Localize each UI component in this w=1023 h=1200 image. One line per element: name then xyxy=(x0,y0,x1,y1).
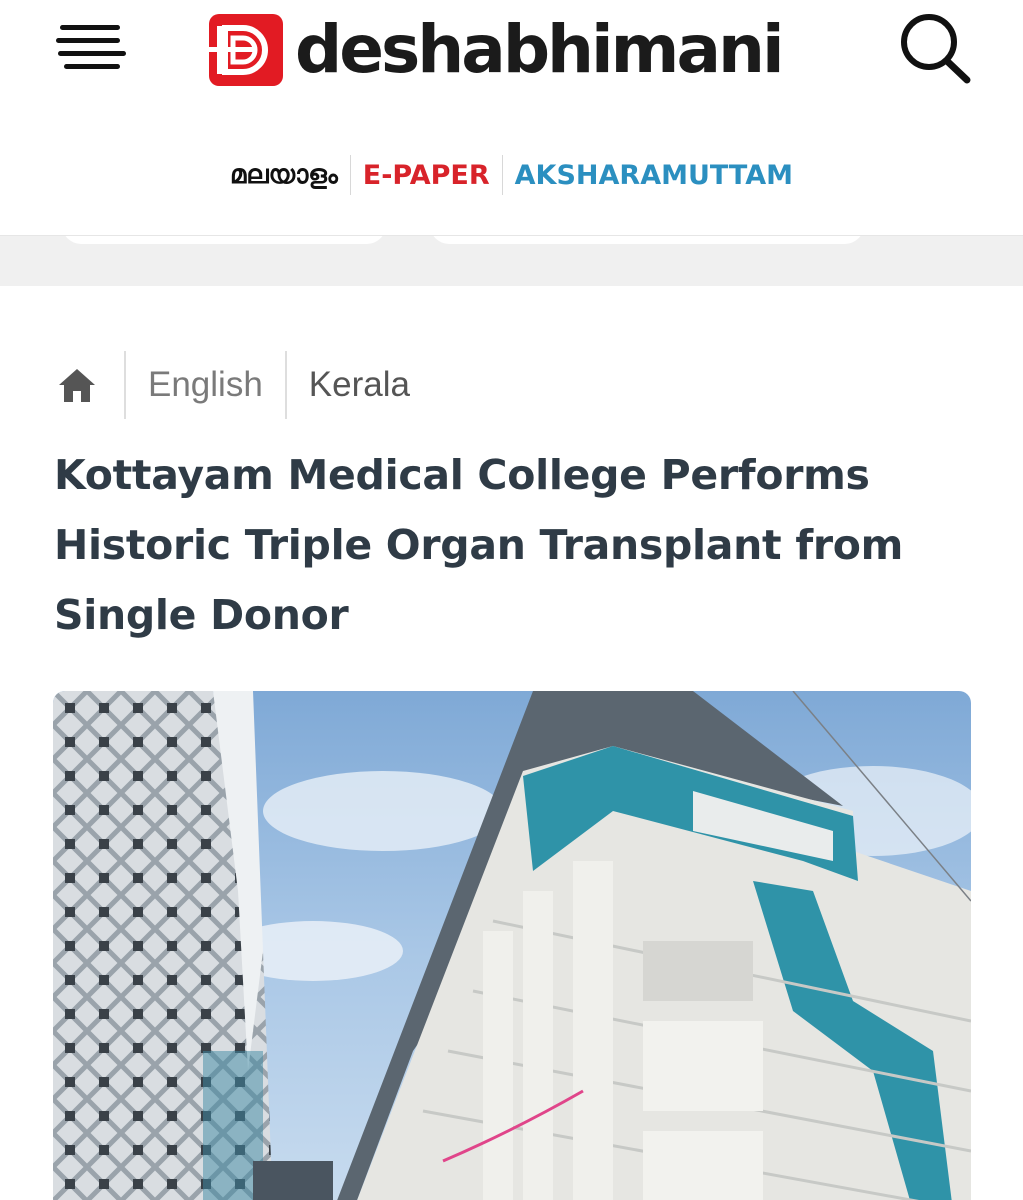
category-strip xyxy=(0,236,1023,286)
language-nav: മലയാളം E-PAPER AKSHARAMUTTAM xyxy=(0,150,1023,200)
breadcrumb-kerala[interactable]: Kerala xyxy=(309,365,410,405)
breadcrumb: English Kerala xyxy=(52,350,410,420)
search-icon xyxy=(901,14,971,84)
divider xyxy=(124,351,126,419)
menu-button[interactable] xyxy=(56,22,128,72)
search-button[interactable] xyxy=(895,10,975,86)
malayalam-link[interactable]: മലയാളം xyxy=(218,162,350,188)
article-image[interactable] xyxy=(53,691,971,1200)
site-logo[interactable]: deshabhimani xyxy=(209,11,785,88)
category-pill[interactable] xyxy=(430,236,864,244)
home-icon xyxy=(59,369,95,402)
home-link[interactable] xyxy=(52,350,102,420)
site-header: deshabhimani മലയാളം E-PAPER AKSHARAMUTTA… xyxy=(0,0,1023,236)
category-pill[interactable] xyxy=(62,236,386,244)
brand-name: deshabhimani xyxy=(295,11,785,88)
epaper-link[interactable]: E-PAPER xyxy=(351,162,502,189)
deshabhimani-logo-mark xyxy=(209,14,283,86)
article-title: Kottayam Medical College Performs Histor… xyxy=(54,451,904,639)
breadcrumb-english[interactable]: English xyxy=(148,365,263,405)
aksharamuttam-link[interactable]: AKSHARAMUTTAM xyxy=(503,162,805,189)
divider xyxy=(284,351,287,419)
